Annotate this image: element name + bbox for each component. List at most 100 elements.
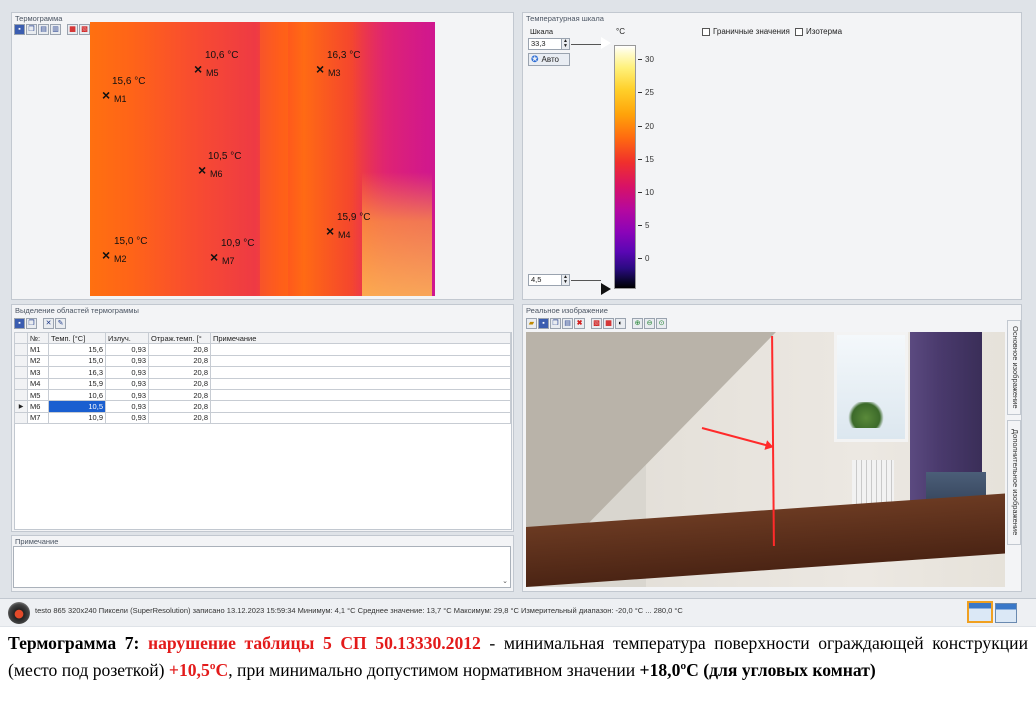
contrast-icon[interactable]: ◐ — [615, 318, 626, 329]
current-row-arrow-icon[interactable]: ▶ — [14, 400, 28, 413]
scale-max-input[interactable]: 33,3 ▲ ▼ — [528, 38, 570, 50]
row-selector[interactable] — [14, 366, 28, 379]
row-selector[interactable] — [14, 343, 28, 356]
table-row[interactable]: M3 16,3 0,93 20,8 — [14, 366, 511, 379]
tab-extra-image[interactable]: Дополнительное изображение — [1007, 420, 1021, 545]
min-slider-handle[interactable] — [601, 283, 611, 295]
cell-emissivity[interactable]: 0,93 — [105, 400, 149, 413]
cell-id[interactable]: M3 — [27, 366, 49, 379]
markers-icon[interactable]: ▧ — [591, 318, 602, 329]
table-row-selected[interactable]: ▶ M6 10,5 0,93 20,8 — [14, 400, 511, 413]
pin-icon[interactable]: ✎ — [55, 318, 66, 329]
cell-reflected-temp[interactable]: 20,8 — [148, 343, 211, 356]
row-selector[interactable] — [14, 377, 28, 390]
copy-icon[interactable]: ❐ — [26, 318, 37, 329]
max-slider-handle[interactable] — [601, 37, 611, 49]
cell-id[interactable]: M1 — [27, 343, 49, 356]
cell-reflected-temp[interactable]: 20,8 — [148, 400, 211, 413]
zoom-fit-icon[interactable]: ⊙ — [656, 318, 667, 329]
window-layout-icon[interactable] — [967, 601, 993, 623]
zoom-out-icon[interactable]: ⊖ — [644, 318, 655, 329]
cell-reflected-temp[interactable]: 20,8 — [148, 388, 211, 402]
cell-note[interactable] — [210, 343, 511, 356]
cell-reflected-temp[interactable]: 20,8 — [148, 366, 211, 379]
table-row[interactable]: M7 10,9 0,93 20,8 — [14, 411, 511, 425]
export-icon[interactable]: ▥ — [50, 24, 61, 35]
row-selector[interactable] — [14, 354, 28, 368]
cell-temp-selected[interactable]: 10,5 — [48, 400, 106, 413]
cell-note[interactable] — [210, 366, 511, 379]
marker-m1[interactable]: 15,6 °C × M1 — [102, 77, 145, 104]
table-row[interactable]: M4 15,9 0,93 20,8 — [14, 377, 511, 390]
palette-icon[interactable]: ▦ — [603, 318, 614, 329]
cell-temp[interactable]: 10,9 — [48, 411, 106, 425]
cell-id[interactable]: M2 — [27, 354, 49, 368]
scale-min-input[interactable]: 4,5 ▲ ▼ — [528, 274, 570, 286]
col-number[interactable]: №: — [27, 331, 49, 345]
row-selector[interactable] — [14, 388, 28, 402]
cell-emissivity[interactable]: 0,93 — [105, 388, 149, 402]
cell-note[interactable] — [210, 400, 511, 413]
tab-main-image[interactable]: Основное изображение — [1007, 320, 1021, 415]
thermogram-image[interactable]: 15,6 °C × M1 15,0 °C × M2 16,3 °C × M3 1… — [90, 22, 435, 296]
delete-icon[interactable]: ✖ — [574, 318, 585, 329]
cell-note[interactable] — [210, 411, 511, 425]
save-icon[interactable]: ▪ — [538, 318, 549, 329]
cell-emissivity[interactable]: 0,93 — [105, 377, 149, 390]
spin-arrows-icon[interactable]: ▲ ▼ — [561, 39, 569, 49]
cell-note[interactable] — [210, 354, 511, 368]
marker-m2[interactable]: 15,0 °C × M2 — [102, 237, 147, 264]
note-textarea[interactable]: ⌄ — [13, 546, 511, 588]
zoom-in-icon[interactable]: ⊕ — [632, 318, 643, 329]
save-icon[interactable]: ▪ — [14, 24, 25, 35]
col-emissivity[interactable]: Излуч. — [105, 331, 149, 345]
cell-temp[interactable]: 10,6 — [48, 388, 106, 402]
table-row[interactable]: M1 15,6 0,93 20,8 — [14, 343, 511, 356]
copy-icon[interactable]: ❐ — [550, 318, 561, 329]
limits-checkbox[interactable]: Граничные значения — [702, 27, 790, 36]
table-row[interactable]: M2 15,0 0,93 20,8 — [14, 354, 511, 368]
col-temp[interactable]: Темп. [°C] — [48, 331, 106, 345]
marker-m4[interactable]: 15,9 °C × M4 — [326, 213, 370, 240]
save-icon[interactable]: ▪ — [14, 318, 25, 329]
palette-icon[interactable]: ▦ — [67, 24, 78, 35]
paste-icon[interactable]: ▤ — [562, 318, 573, 329]
tab-extra-image-label: Дополнительное изображение — [1011, 429, 1020, 536]
layers-icon[interactable]: ▤ — [38, 24, 49, 35]
cell-temp[interactable]: 16,3 — [48, 366, 106, 379]
col-note[interactable]: Примечание — [210, 331, 511, 345]
cell-temp[interactable]: 15,9 — [48, 377, 106, 390]
row-selector[interactable] — [14, 411, 28, 425]
cell-reflected-temp[interactable]: 20,8 — [148, 377, 211, 390]
cell-id[interactable]: M6 — [27, 400, 49, 413]
marker-m3[interactable]: 16,3 °C × M3 — [316, 51, 360, 78]
cell-emissivity[interactable]: 0,93 — [105, 411, 149, 425]
copy-icon[interactable]: ❐ — [26, 24, 37, 35]
scroll-down-icon[interactable]: ⌄ — [502, 577, 508, 585]
window-switch-icon[interactable] — [995, 603, 1017, 623]
cell-emissivity[interactable]: 0,93 — [105, 343, 149, 356]
cell-note[interactable] — [210, 388, 511, 402]
cell-id[interactable]: M7 — [27, 411, 49, 425]
cell-temp[interactable]: 15,6 — [48, 343, 106, 356]
col-reflected-temp[interactable]: Отраж.темп. [° — [148, 331, 211, 345]
auto-scale-button[interactable]: ✪ Авто — [528, 53, 570, 66]
marker-m7[interactable]: 10,9 °C × M7 — [210, 239, 254, 266]
cell-emissivity[interactable]: 0,93 — [105, 366, 149, 379]
spin-arrows-icon[interactable]: ▲ ▼ — [561, 275, 569, 285]
marker-m6[interactable]: 10,5 °C × M6 — [198, 152, 241, 179]
cell-temp[interactable]: 15,0 — [48, 354, 106, 368]
delete-icon[interactable]: ✕ — [43, 318, 54, 329]
open-folder-icon[interactable]: ▰ — [526, 318, 537, 329]
cell-id[interactable]: M5 — [27, 388, 49, 402]
table-row[interactable]: M5 10,6 0,93 20,8 — [14, 388, 511, 402]
marker-m5[interactable]: 10,6 °C × M5 — [194, 51, 238, 78]
cell-reflected-temp[interactable]: 20,8 — [148, 411, 211, 425]
markers-icon[interactable]: ▧ — [79, 24, 90, 35]
isotherm-checkbox[interactable]: Изотерма — [795, 27, 842, 36]
cell-emissivity[interactable]: 0,93 — [105, 354, 149, 368]
cell-note[interactable] — [210, 377, 511, 390]
real-photo[interactable] — [526, 332, 1005, 587]
cell-id[interactable]: M4 — [27, 377, 49, 390]
cell-reflected-temp[interactable]: 20,8 — [148, 354, 211, 368]
